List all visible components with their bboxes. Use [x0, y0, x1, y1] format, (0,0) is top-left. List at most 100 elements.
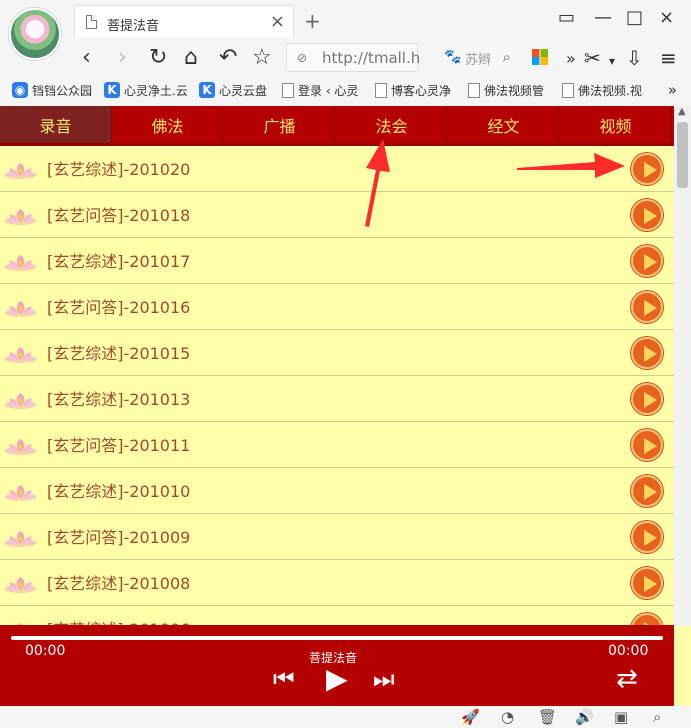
audio-title[interactable]: [玄艺问答]-201009 — [47, 524, 190, 548]
lotus-icon — [3, 161, 38, 179]
repeat-icon[interactable]: ⇄ — [616, 666, 638, 692]
close-tab-icon[interactable]: × — [270, 11, 285, 32]
dropdown-icon[interactable]: ▾ — [609, 48, 615, 74]
web-page: 录音 佛法 广播 法会 经文 视频 [玄艺综述]-201020 [玄艺问答]-2… — [0, 106, 691, 706]
audio-title[interactable]: [玄艺综述]-201017 — [47, 248, 190, 272]
vertical-scrollbar[interactable]: ▲ — [674, 106, 691, 626]
audio-title[interactable]: [玄艺问答]-201011 — [47, 432, 190, 456]
menu-icon[interactable]: ≡ — [660, 45, 677, 71]
audio-list-item[interactable]: [玄艺综述]-201013 — [0, 376, 674, 422]
status-bar: 🚀 ◔ 🗑 🔊 ▣ ⌕ — [0, 706, 691, 728]
audio-list-item[interactable]: [玄艺问答]-201011 — [0, 422, 674, 468]
bookmark-item[interactable]: 博客心灵净 — [375, 78, 452, 102]
tab-videos[interactable]: 视频 — [560, 106, 672, 143]
play-button[interactable] — [631, 567, 663, 599]
audio-list-item[interactable]: [玄艺问答]-201016 — [0, 284, 674, 330]
rocket-icon[interactable]: 🚀 — [461, 708, 480, 726]
forward-icon[interactable]: › — [118, 45, 127, 71]
audio-list-item[interactable]: [玄艺问答]-201009 — [0, 514, 674, 560]
lotus-icon — [3, 437, 38, 455]
play-button[interactable] — [631, 291, 663, 323]
document-icon — [375, 82, 387, 98]
close-window-button[interactable]: × — [659, 8, 674, 28]
audio-title[interactable]: [玄艺综述]-201013 — [47, 386, 190, 410]
window-icon[interactable]: ▣ — [614, 708, 628, 726]
maximize-button[interactable]: □ — [626, 8, 643, 28]
play-button[interactable] — [631, 429, 663, 461]
search-icon[interactable]: ⌕ — [503, 48, 511, 66]
document-icon — [282, 82, 294, 98]
audio-list-item[interactable]: [玄艺综述]-201020 — [0, 146, 674, 192]
audio-title[interactable]: [玄艺问答]-201016 — [47, 294, 190, 318]
k-icon: K — [199, 82, 215, 98]
undo-icon[interactable]: ↶ — [219, 45, 237, 71]
address-bar[interactable]: ⊘ http://tmall.h — [286, 43, 420, 72]
play-icon[interactable]: ▶ — [326, 665, 348, 693]
play-button[interactable] — [631, 153, 663, 185]
previous-track-icon[interactable]: ⏮ — [273, 666, 295, 692]
bookmark-item[interactable]: K 心灵云盘 — [199, 78, 274, 102]
play-button[interactable] — [631, 245, 663, 277]
star-icon[interactable]: ☆ — [252, 45, 272, 71]
audio-title[interactable]: [玄艺综述]-201015 — [47, 340, 190, 364]
scroll-up-icon[interactable]: ▲ — [678, 106, 686, 117]
audio-list-item[interactable]: [玄艺综述]-201017 — [0, 238, 674, 284]
lotus-icon — [3, 575, 38, 593]
audio-title[interactable]: [玄艺问答]-201018 — [47, 202, 190, 226]
play-button[interactable] — [631, 521, 663, 553]
audio-player: 00:00 00:00 菩提法音 ⏮ ▶ ⏭ ⇄ — [0, 625, 674, 706]
audio-title[interactable]: [玄艺综述]-201020 — [47, 156, 190, 180]
next-track-icon[interactable]: ⏭ — [373, 666, 395, 692]
paw-icon: 🐾 — [444, 49, 462, 65]
qq-icon: ◉ — [12, 82, 28, 98]
audio-list-item[interactable]: [玄艺问答]-201018 — [0, 192, 674, 238]
play-button[interactable] — [631, 199, 663, 231]
audio-title[interactable]: [玄艺综述]-201010 — [47, 478, 190, 502]
bookmark-item[interactable]: 佛法视频管 — [468, 78, 548, 102]
audio-list-item[interactable]: [玄艺综述]-201015 — [0, 330, 674, 376]
audio-list-item[interactable]: [玄艺综述]-201010 — [0, 468, 674, 514]
zoom-icon[interactable]: ⌕ — [653, 708, 661, 726]
more-bookmarks-icon[interactable]: » — [668, 81, 677, 99]
minimize-button[interactable]: — — [594, 8, 612, 28]
bookmark-item[interactable]: 佛法视频.视 — [562, 78, 647, 102]
document-icon — [562, 82, 574, 98]
speaker-icon[interactable]: 🔊 — [575, 708, 594, 726]
play-button[interactable] — [631, 383, 663, 415]
tab-dharma[interactable]: 佛法 — [112, 106, 224, 143]
search-placeholder: 苏辫 — [465, 53, 492, 68]
bookmark-item[interactable]: K 心灵净土.云 — [104, 78, 194, 102]
bookmarks-bar: ◉ 铛铛公众园 K 心灵净土.云 K 心灵云盘 登录 ‹ 心灵 博客心灵净 佛法… — [0, 78, 691, 106]
progress-bar[interactable] — [11, 636, 663, 640]
play-button[interactable] — [631, 337, 663, 369]
download-icon[interactable]: ⇩ — [626, 45, 643, 71]
search-box[interactable]: 🐾 苏辫 ⌕ — [432, 43, 520, 72]
document-icon — [468, 82, 480, 98]
home-icon[interactable]: ⌂ — [184, 45, 198, 71]
tab-title: 菩提法音 — [107, 19, 160, 34]
audio-title[interactable]: [玄艺综述]-201008 — [47, 570, 190, 594]
tab-scriptures[interactable]: 经文 — [448, 106, 560, 143]
tab-ceremony[interactable]: 法会 — [336, 106, 448, 143]
browser-tab[interactable]: 菩提法音 × — [74, 5, 294, 38]
not-secure-icon: ⊘ — [297, 51, 308, 65]
play-button[interactable] — [631, 475, 663, 507]
new-tab-icon[interactable]: + — [304, 9, 321, 33]
scissors-icon[interactable]: ✂ — [584, 45, 601, 71]
shirt-icon[interactable]: ▭ — [558, 8, 575, 28]
page-icon — [86, 15, 97, 29]
back-icon[interactable]: ‹ — [82, 45, 91, 71]
audio-list-item[interactable]: [玄艺综述]-201008 — [0, 560, 674, 606]
bookmark-item[interactable]: ◉ 铛铛公众园 — [12, 78, 100, 102]
more-icon[interactable]: » — [566, 46, 576, 72]
tab-recordings[interactable]: 录音 — [0, 106, 112, 143]
reload-icon[interactable]: ↻ — [149, 45, 167, 71]
windows-icon[interactable] — [532, 49, 548, 65]
scroll-thumb[interactable] — [677, 122, 688, 188]
lotus-icon — [3, 207, 38, 225]
lotus-icon — [3, 529, 38, 547]
trash-icon[interactable]: 🗑 — [538, 708, 557, 726]
bookmark-item[interactable]: 登录 ‹ 心灵 — [282, 78, 360, 102]
speed-icon[interactable]: ◔ — [501, 708, 514, 726]
tab-broadcast[interactable]: 广播 — [224, 106, 336, 143]
